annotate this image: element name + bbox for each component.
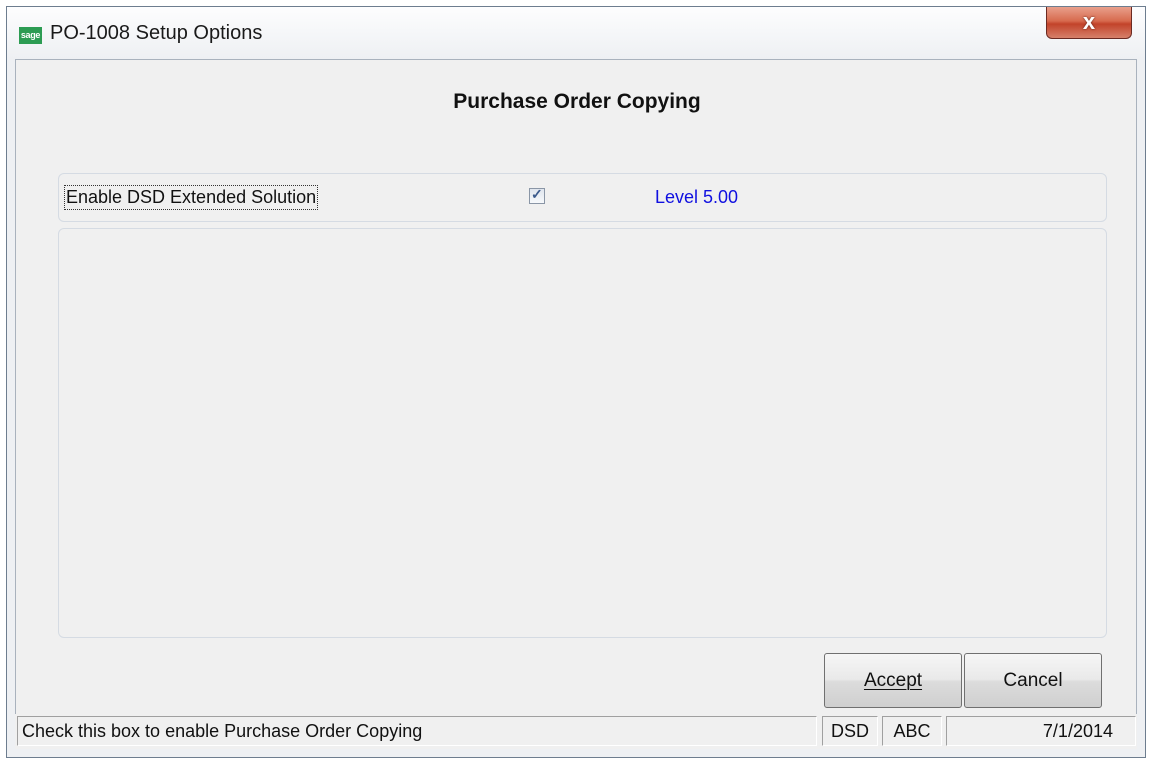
options-panel [58,228,1107,638]
dialog-body: Purchase Order Copying Enable DSD Extend… [15,59,1137,749]
cancel-button[interactable]: Cancel [964,653,1102,708]
accept-button-label: Accept [863,670,923,691]
enable-dsd-checkbox[interactable]: ✓ [529,186,545,204]
cancel-button-label: Cancel [1003,670,1063,691]
close-button[interactable]: x [1046,7,1132,39]
enable-dsd-label[interactable]: Enable DSD Extended Solution [63,185,319,210]
status-company-code: DSD [822,716,878,746]
enable-options-group: Enable DSD Extended Solution ✓ Level 5.0… [58,173,1107,222]
status-bar: Check this box to enable Purchase Order … [15,714,1137,749]
accept-button[interactable]: Accept [824,653,962,708]
sage-app-icon: sage [19,27,42,44]
close-icon: x [1082,9,1096,34]
page-title: Purchase Order Copying [453,90,701,113]
status-date: 7/1/2014 [946,716,1136,746]
window-title: PO-1008 Setup Options [50,22,263,44]
status-company: ABC [882,716,942,746]
setup-options-window: sage PO-1008 Setup Options x Purchase Or… [6,6,1146,758]
status-message: Check this box to enable Purchase Order … [17,716,817,746]
checkmark-icon: ✓ [531,186,543,202]
title-bar[interactable]: sage PO-1008 Setup Options [7,7,1145,59]
level-version-label: Level 5.00 [655,187,739,207]
